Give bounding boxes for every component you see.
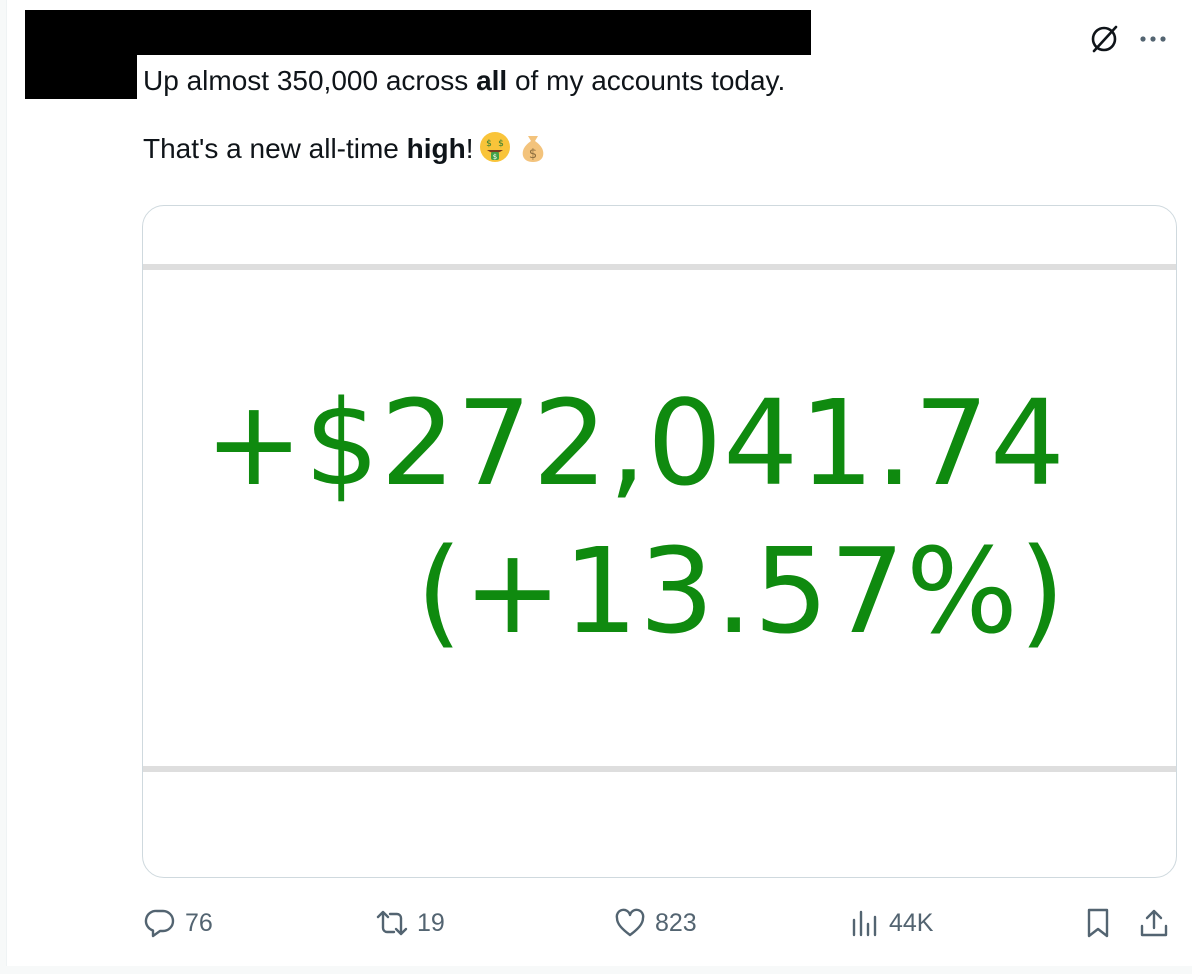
grok-icon[interactable]: [1085, 20, 1123, 58]
money-bag-icon: $: [516, 130, 550, 174]
like-count: 823: [655, 908, 697, 937]
reply-count: 76: [185, 908, 213, 937]
retweet-count: 19: [417, 908, 445, 937]
tweet-text: Up almost 350,000 across all of my accou…: [143, 62, 1143, 174]
like-button[interactable]: 823: [613, 902, 697, 944]
reply-button[interactable]: 76: [143, 902, 213, 944]
like-icon: [615, 908, 645, 937]
share-icon: [1140, 909, 1168, 937]
redacted-avatar: [25, 54, 137, 99]
svg-text:$: $: [486, 139, 492, 149]
tweet-line-1: Up almost 350,000 across all of my accou…: [143, 62, 1143, 100]
svg-text:$: $: [498, 139, 504, 149]
svg-text:$: $: [492, 153, 496, 161]
more-icon[interactable]: [1137, 23, 1169, 55]
money-mouth-face-icon: $ $ $: [478, 130, 512, 174]
views-button[interactable]: 44K: [847, 902, 933, 944]
top-right-icons: [1085, 20, 1169, 58]
share-button[interactable]: [1137, 902, 1171, 944]
image-divider-bottom: [143, 766, 1176, 772]
svg-text:$: $: [528, 147, 536, 162]
tweet-text-bold: high: [406, 133, 466, 164]
views-icon: [852, 910, 877, 937]
tweet-text-segment: !: [465, 133, 474, 164]
bookmark-button[interactable]: [1081, 902, 1115, 944]
bookmark-icon: [1087, 908, 1109, 938]
image-divider-top: [143, 264, 1176, 270]
redacted-header: [25, 10, 811, 55]
tweet-text-segment: of my accounts today.: [507, 65, 786, 96]
gain-percent: (+13.57%): [416, 522, 1066, 660]
reply-icon: [144, 909, 175, 938]
views-count: 44K: [889, 908, 934, 937]
retweet-button[interactable]: 19: [375, 902, 445, 944]
tweet-line-2: That's a new all-time high! $ $ $ $: [143, 130, 1143, 174]
action-bar: 76 19 823 44K: [143, 902, 1183, 944]
tweet-text-segment: That's a new all-time: [143, 133, 407, 164]
image-attachment[interactable]: +$272,041.74 (+13.57%): [142, 205, 1177, 878]
tweet-text-bold: all: [476, 65, 508, 96]
tweet-card: Up almost 350,000 across all of my accou…: [6, 0, 1192, 966]
retweet-icon: [376, 910, 408, 936]
gain-amount: +$272,041.74: [204, 374, 1066, 512]
tweet-text-segment: Up almost 350,000 across: [143, 65, 477, 96]
